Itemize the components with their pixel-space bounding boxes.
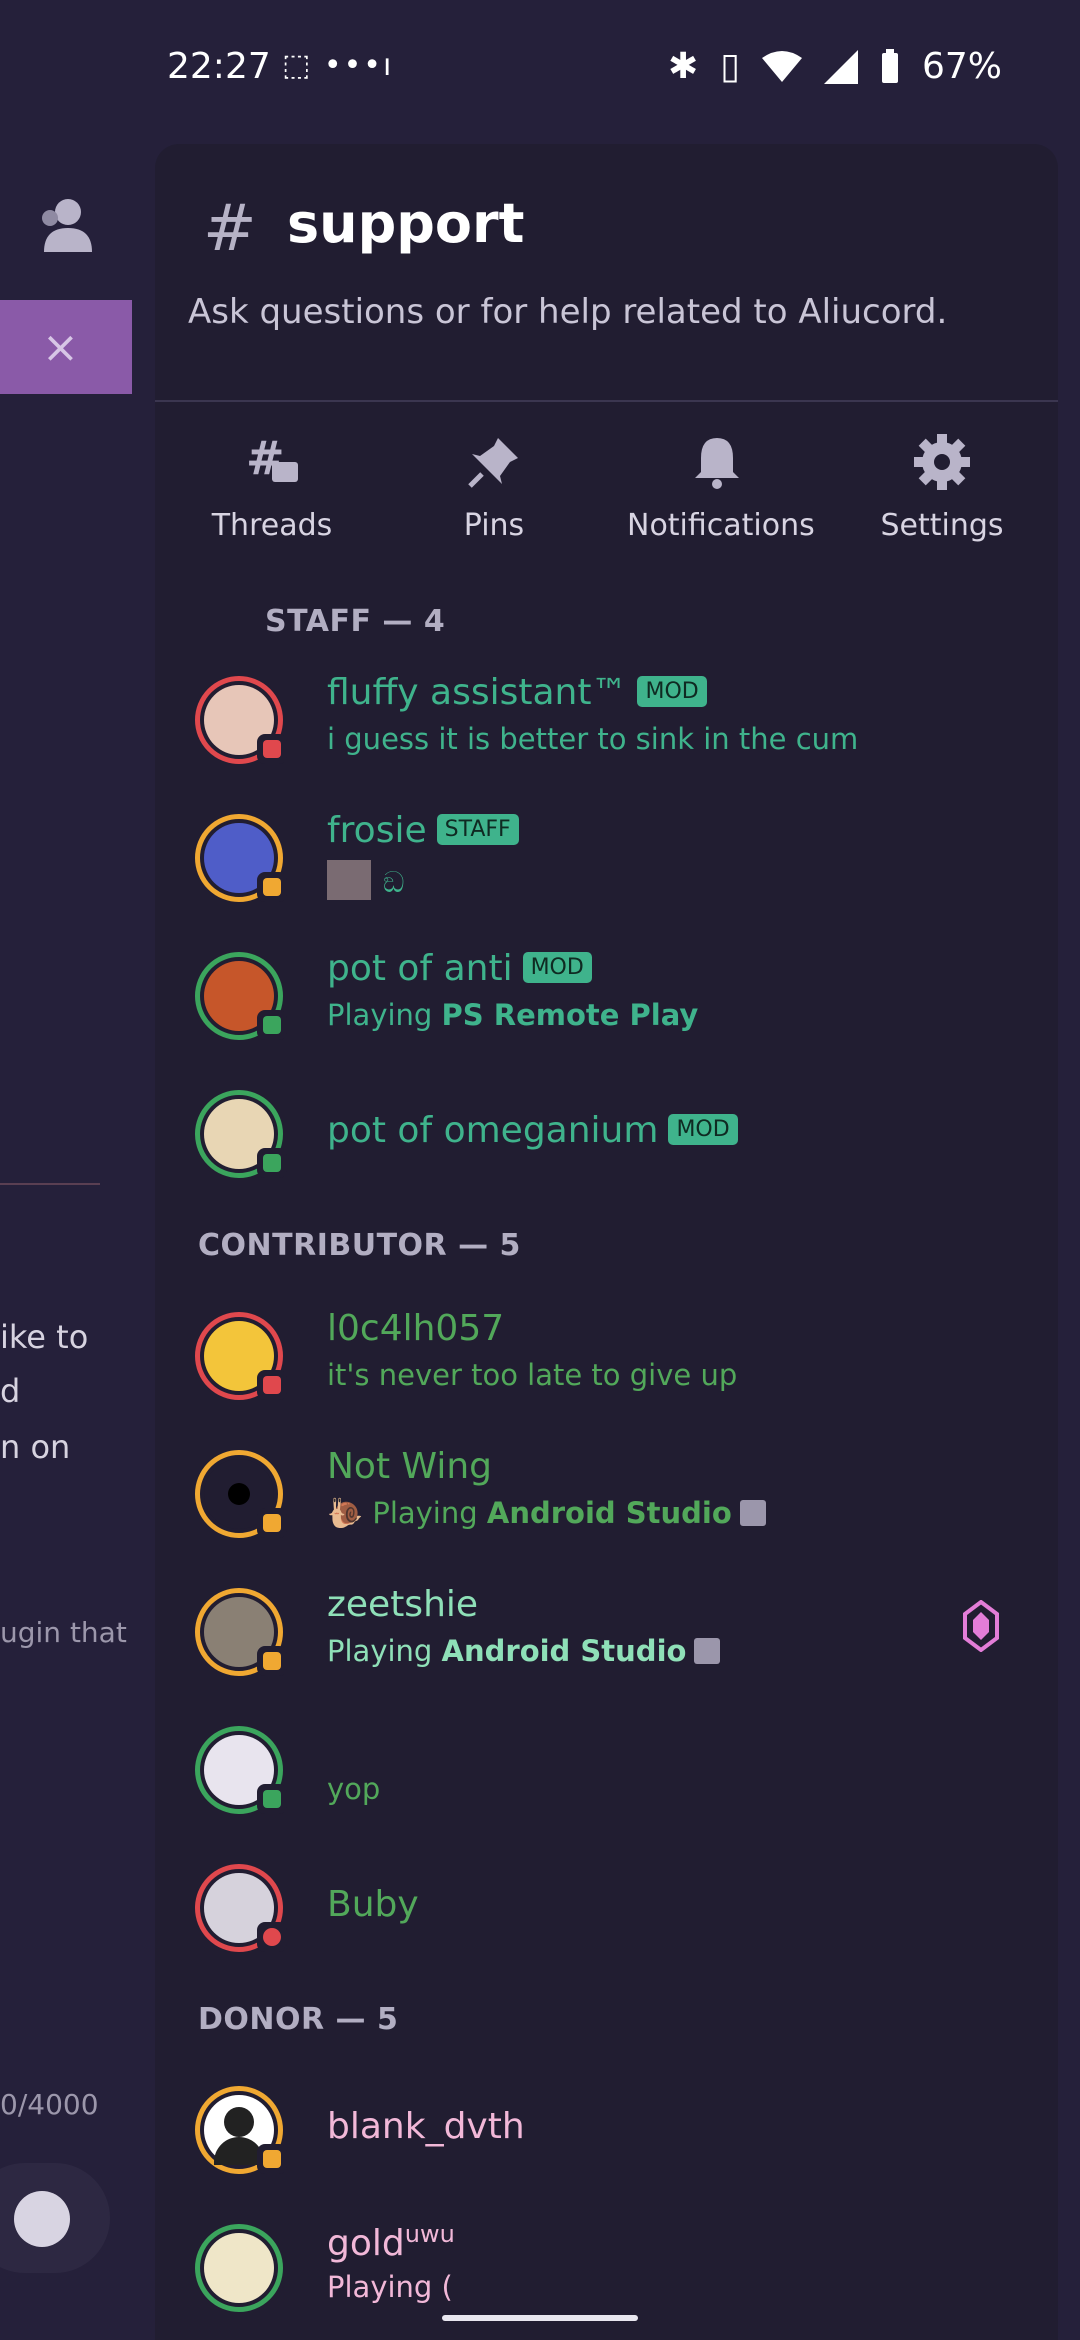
member-row[interactable]: zeetshie Playing Android Studio bbox=[195, 1584, 1015, 1688]
member-name: l0c4lh057 bbox=[327, 1308, 505, 1349]
mobile-status-icon bbox=[257, 734, 287, 764]
pin-icon bbox=[468, 438, 518, 488]
close-icon[interactable]: × bbox=[42, 322, 79, 373]
channel-topic: Ask questions or for help related to Ali… bbox=[188, 292, 948, 332]
status-right: ✱ ▯ 67% bbox=[668, 46, 1002, 87]
member-name: Buby bbox=[327, 1884, 419, 1925]
notifications-button[interactable]: Notifications bbox=[627, 430, 815, 543]
section-header-staff: STAFF — 4 bbox=[265, 604, 446, 639]
member-name: golduwu bbox=[327, 2224, 455, 2264]
member-activity: Playing PS Remote Play bbox=[327, 998, 699, 1032]
vibrate-icon: ▯ bbox=[720, 46, 740, 87]
member-activity: 🐌 Playing Android Studio bbox=[327, 1496, 766, 1531]
member-name: Not Wing bbox=[327, 1446, 492, 1487]
member-name: fluffy assistant™ MOD bbox=[327, 672, 707, 713]
role-badge: MOD bbox=[522, 952, 592, 983]
bg-text-line: d bbox=[0, 1372, 21, 1410]
desktop-status-icon bbox=[257, 1010, 287, 1040]
battery-percent: 67% bbox=[921, 46, 1002, 87]
member-name: pot of anti MOD bbox=[327, 948, 592, 989]
channel-actions: # Threads Pins Notifications Settings bbox=[155, 430, 1058, 550]
mobile-status-icon bbox=[257, 1148, 287, 1178]
role-badge: STAFF bbox=[436, 814, 519, 845]
member-activity: Playing Android Studio bbox=[327, 1634, 721, 1668]
member-name: blank_dvth bbox=[327, 2106, 525, 2147]
dnd-status-icon bbox=[257, 1922, 287, 1952]
desktop-status-icon bbox=[257, 1370, 287, 1400]
bell-icon bbox=[695, 438, 739, 489]
channel-hash-icon: # bbox=[203, 192, 257, 266]
member-row[interactable]: frosie STAFF ඞ bbox=[195, 810, 1015, 914]
section-header-donor: DONOR — 5 bbox=[198, 2002, 399, 2037]
char-counter: 0/4000 bbox=[0, 2088, 99, 2121]
member-row[interactable]: pot of anti MOD Playing PS Remote Play bbox=[195, 948, 1015, 1052]
divider bbox=[155, 400, 1058, 402]
member-row[interactable]: l0c4lh057 it's never too late to give up bbox=[195, 1308, 1015, 1412]
threads-label: Threads bbox=[211, 508, 333, 543]
settings-label: Settings bbox=[880, 508, 1004, 543]
desktop-status-icon bbox=[257, 1646, 287, 1676]
threads-icon: # bbox=[246, 431, 298, 485]
role-badge: MOD bbox=[637, 676, 707, 707]
pins-button[interactable]: Pins bbox=[404, 430, 584, 543]
member-status: i guess it is better to sink in the cum bbox=[327, 722, 859, 756]
role-badge: MOD bbox=[668, 1114, 738, 1145]
signal-icon bbox=[823, 49, 858, 84]
channel-name: support bbox=[287, 192, 525, 255]
member-row[interactable]: fluffy assistant™ MOD i guess it is bette… bbox=[195, 672, 1015, 776]
rich-presence-icon bbox=[694, 1638, 721, 1664]
battery-icon bbox=[881, 48, 898, 83]
bluetooth-icon: ✱ bbox=[668, 46, 699, 87]
member-row[interactable]: blank_dvth bbox=[195, 2086, 1015, 2186]
notification-icons: ⬚ •••ı bbox=[282, 48, 394, 83]
pins-label: Pins bbox=[463, 508, 525, 543]
member-status: ඞ bbox=[327, 860, 405, 900]
gesture-home-bar[interactable] bbox=[442, 2315, 638, 2321]
member-name: frosie STAFF bbox=[327, 810, 519, 851]
dismiss-banner[interactable]: × bbox=[0, 300, 132, 394]
member-row[interactable]: golduwu Playing ( bbox=[195, 2224, 1015, 2340]
desktop-status-icon bbox=[257, 872, 287, 902]
smiley-icon bbox=[14, 2191, 70, 2247]
member-row[interactable]: Not Wing 🐌 Playing Android Studio bbox=[195, 1446, 1015, 1550]
bg-text-line: ike to bbox=[0, 1318, 89, 1356]
custom-emoji-image bbox=[327, 860, 371, 900]
member-activity: Playing ( bbox=[327, 2270, 453, 2304]
members-icon[interactable] bbox=[36, 196, 96, 252]
member-row[interactable]: pot of omeganium MOD bbox=[195, 1090, 1015, 1190]
notifications-label: Notifications bbox=[627, 508, 815, 543]
member-row[interactable]: Buby bbox=[195, 1864, 1015, 1964]
bg-text-line: ugin that bbox=[0, 1616, 127, 1649]
wifi-icon bbox=[761, 50, 802, 82]
member-status: it's never too late to give up bbox=[327, 1358, 738, 1392]
rich-presence-icon bbox=[739, 1500, 766, 1526]
member-status: yop bbox=[327, 1772, 381, 1806]
bg-divider bbox=[0, 1183, 100, 1185]
member-row[interactable]: yop bbox=[195, 1726, 1015, 1826]
emoji-button[interactable] bbox=[0, 2163, 110, 2273]
background-chat: × ike to d n on ugin that 0/4000 bbox=[0, 140, 150, 2340]
status-time: 22:27 bbox=[167, 46, 271, 87]
member-name: pot of omeganium MOD bbox=[327, 1110, 738, 1151]
threads-button[interactable]: # Threads bbox=[182, 430, 362, 543]
gear-icon bbox=[914, 434, 970, 490]
desktop-status-icon bbox=[257, 1784, 287, 1814]
channel-info-drawer: # support Ask questions or for help rela… bbox=[155, 144, 1058, 2340]
bg-text-line: n on bbox=[0, 1428, 71, 1466]
member-name: zeetshie bbox=[327, 1584, 479, 1625]
section-header-contributor: CONTRIBUTOR — 5 bbox=[198, 1228, 521, 1263]
desktop-status-icon bbox=[257, 1508, 287, 1538]
status-bar: 22:27 ⬚ •••ı ✱ ▯ 67% bbox=[0, 0, 1080, 140]
settings-button[interactable]: Settings bbox=[852, 430, 1032, 543]
desktop-status-icon bbox=[257, 2144, 287, 2174]
nitro-boost-icon bbox=[963, 1600, 999, 1652]
avatar bbox=[195, 2224, 283, 2312]
